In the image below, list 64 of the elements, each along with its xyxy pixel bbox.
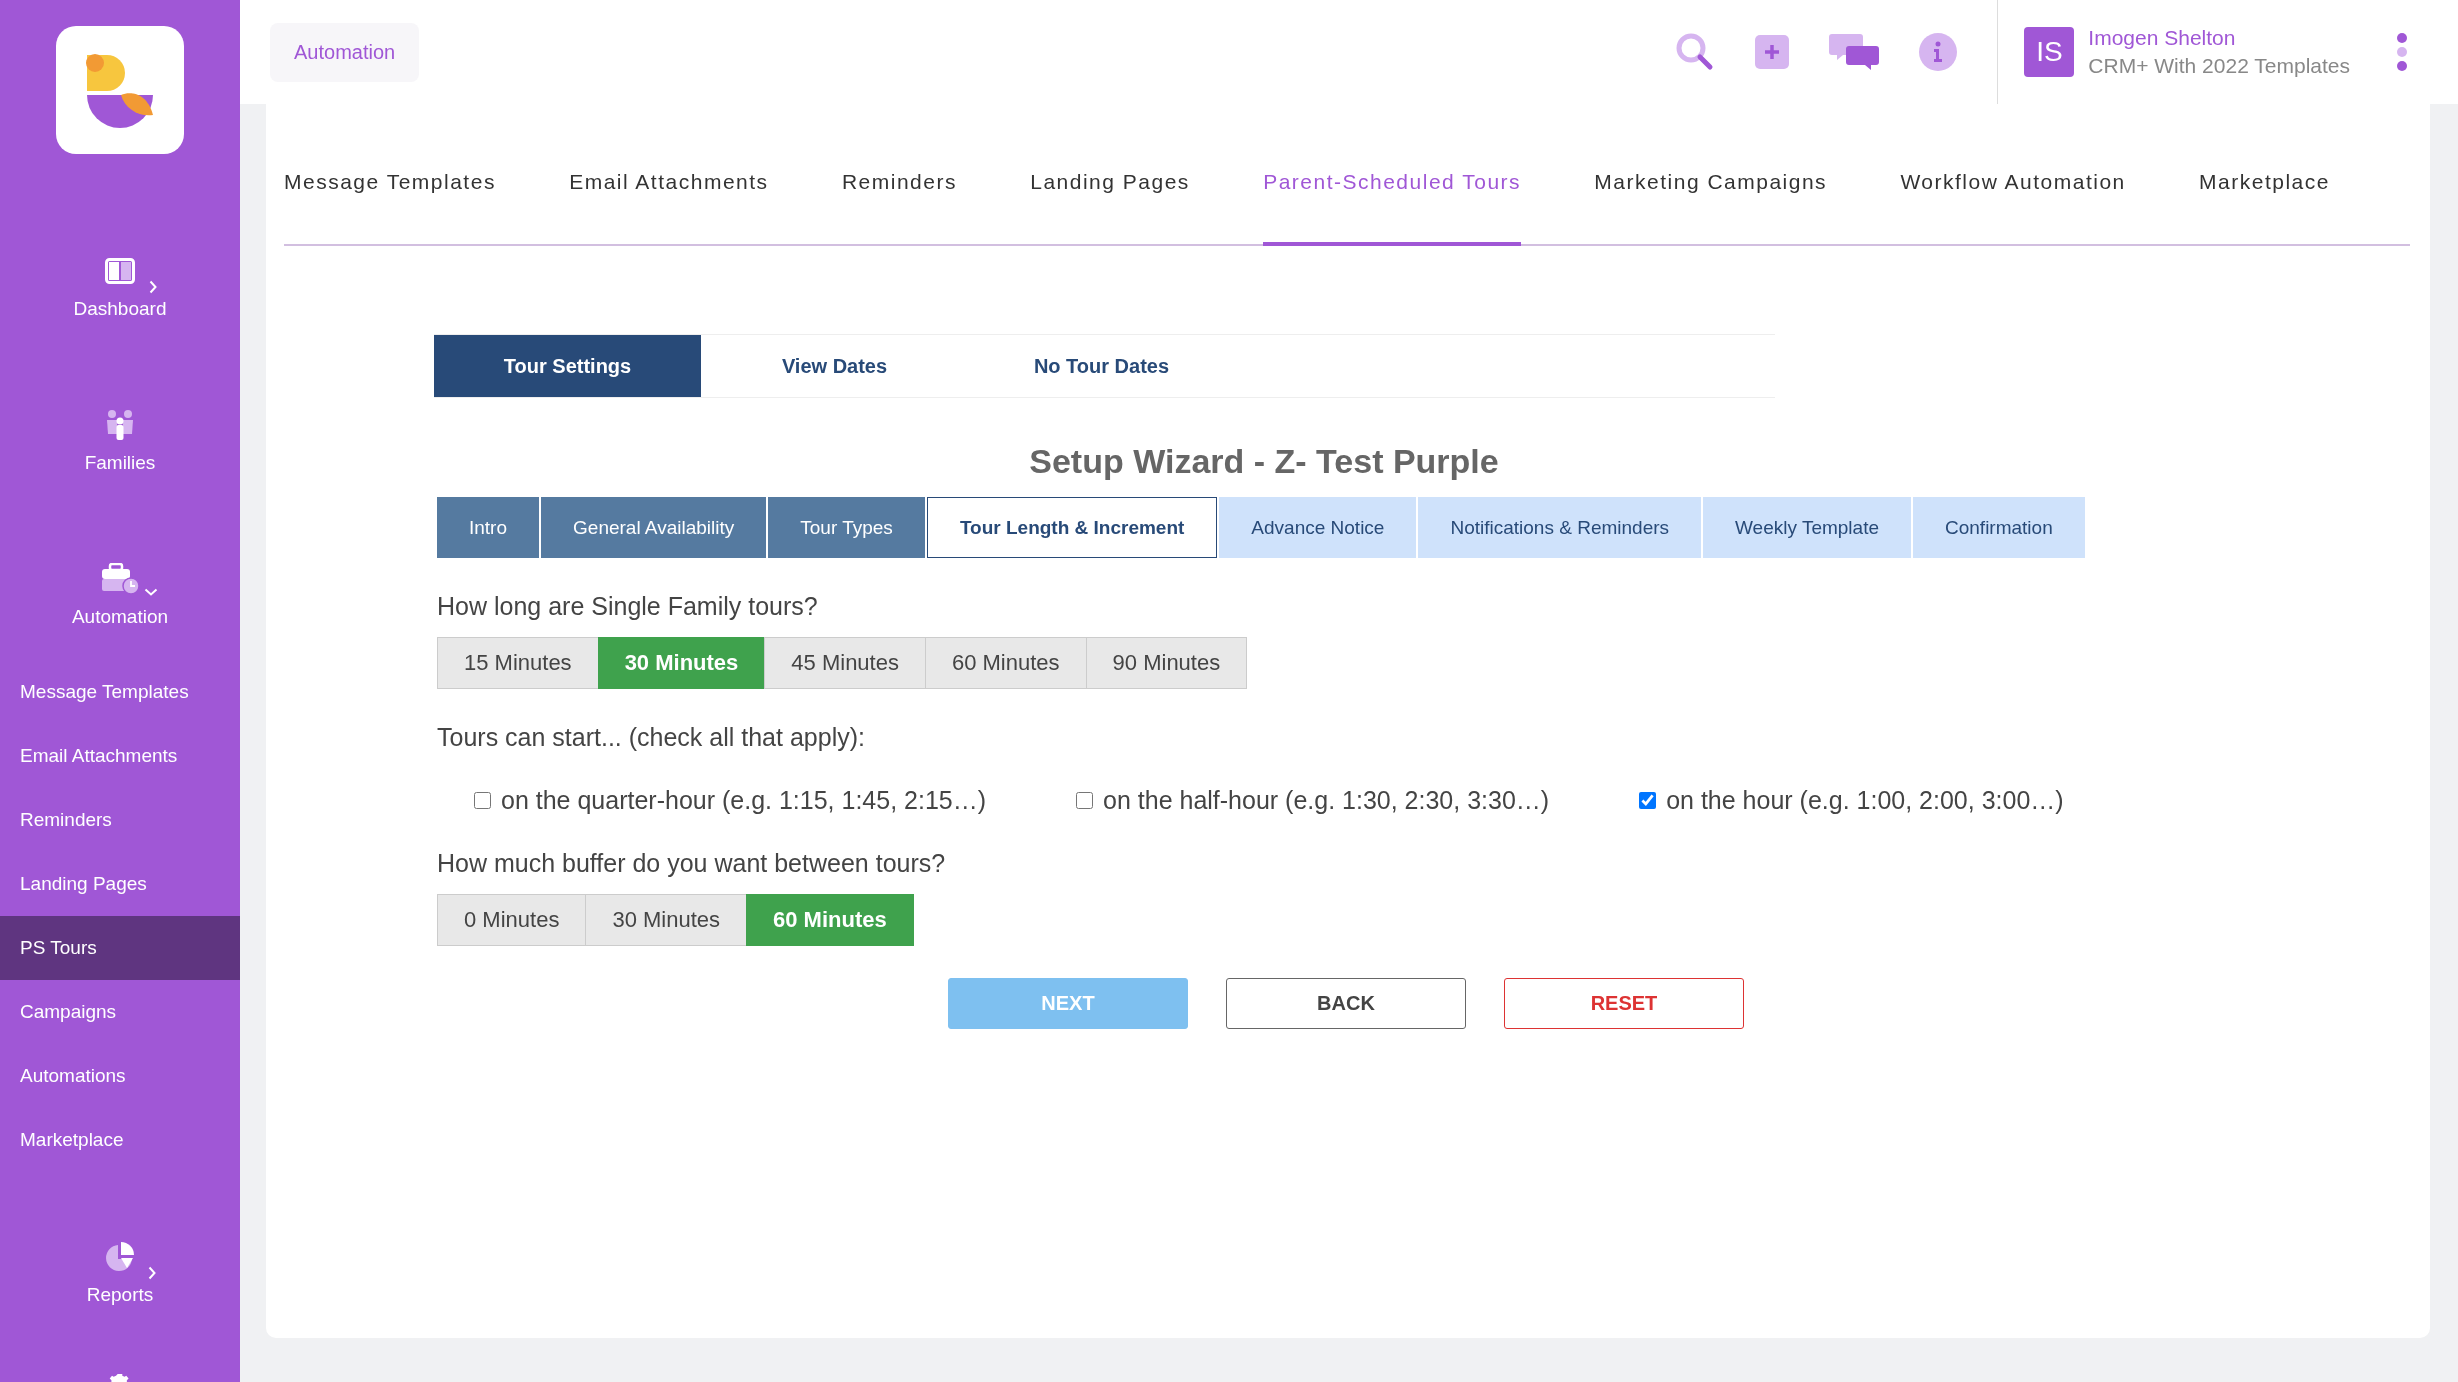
sidebar-sub-item[interactable]: Campaigns [0,980,240,1044]
sidebar-sub-item[interactable]: Email Attachments [0,724,240,788]
checkbox[interactable] [474,792,491,809]
wizard-step[interactable]: General Availability [541,497,767,558]
chevron-right-icon [149,280,158,294]
wizard-step[interactable]: Advance Notice [1219,497,1417,558]
wizard-step[interactable]: Intro [437,497,540,558]
nav-tab[interactable]: Parent-Scheduled Tours [1263,104,1522,246]
wizard-step[interactable]: Weekly Template [1703,497,1911,558]
sub-tab[interactable]: View Dates [701,335,968,397]
briefcase-clock-icon [100,563,140,595]
nav-tab[interactable]: Landing Pages [1030,104,1190,246]
chevron-down-icon [144,588,158,597]
breadcrumb[interactable]: Automation [270,22,420,82]
buffer-option[interactable]: 0 Minutes [437,894,587,946]
duration-option[interactable]: 90 Minutes [1085,637,1248,689]
question-label: Tours can start... (check all that apply): [437,723,866,752]
nav-tab[interactable]: Email Attachments [569,104,769,246]
back-button[interactable]: BACK [1226,978,1466,1029]
user-avatar[interactable]: IS [2024,27,2075,77]
sidebar-nav-item[interactable]: Dashboard [73,254,167,320]
sidebar-nav-item[interactable]: Reports [86,1240,154,1306]
chat-icon[interactable] [1829,32,1880,72]
sidebar-sub-item[interactable]: Automations [0,1044,240,1108]
sidebar-sub-item[interactable]: Reminders [0,788,240,852]
sidebar-nav-item[interactable]: Families [84,408,156,474]
buffer-option[interactable]: 30 Minutes [585,894,747,946]
reset-button[interactable]: RESET [1504,978,1744,1029]
wizard-step[interactable]: Notifications & Reminders [1418,497,1702,558]
user-plan: CRM+ With 2022 Templates [2088,54,2350,78]
wizard-step[interactable]: Confirmation [1913,497,2085,558]
sidebar-sub-item[interactable]: PS Tours [0,916,240,980]
info-icon[interactable] [1919,33,1958,71]
checkbox-label: on the half-hour (e.g. 1:30, 2:30, 3:30…) [1103,786,1550,815]
duration-option[interactable]: 45 Minutes [764,637,926,689]
dashboard-icon [105,258,135,284]
sidebar-sub-item[interactable]: Landing Pages [0,852,240,916]
more-menu-icon[interactable] [2396,32,2408,72]
checkbox-label: on the hour (e.g. 1:00, 2:00, 3:00…) [1666,786,2064,815]
sidebar-sub-item[interactable]: Message Templates [0,660,240,724]
user-name: Imogen Shelton [2088,26,2237,50]
add-icon[interactable] [1755,35,1790,69]
wizard-title: Setup Wizard - Z- Test Purple [1028,442,1500,481]
nav-tab[interactable]: Marketplace [2199,104,2330,246]
question-label: How much buffer do you want between tours? [437,849,947,878]
wizard-step[interactable]: Tour Types [768,497,925,558]
sidebar-nav-item[interactable]: Automation [71,562,169,628]
sub-tab[interactable]: Tour Settings [434,335,701,397]
wizard-step[interactable]: Tour Length & Increment [926,497,1218,558]
nav-tab[interactable]: Message Templates [284,104,496,246]
sidebar-sub-item[interactable]: Marketplace [0,1108,240,1172]
checkbox-label: on the quarter-hour (e.g. 1:15, 1:45, 2:15…) [501,786,987,815]
nav-tab[interactable]: Marketing Campaigns [1594,104,1828,246]
family-icon [105,409,135,441]
chevron-right-icon [148,1266,157,1280]
nav-tab[interactable]: Workflow Automation [1900,104,2126,246]
checkbox[interactable] [1639,792,1657,809]
checkbox[interactable] [1076,792,1094,809]
pie-chart-icon [104,1241,136,1273]
nav-tab[interactable]: Reminders [841,104,957,246]
sub-tab[interactable]: No Tour Dates [968,335,1235,397]
duration-option[interactable]: 15 Minutes [437,637,599,689]
duration-option[interactable]: 60 Minutes [924,637,1087,689]
question-label: How long are Single Family tours? [437,592,819,621]
